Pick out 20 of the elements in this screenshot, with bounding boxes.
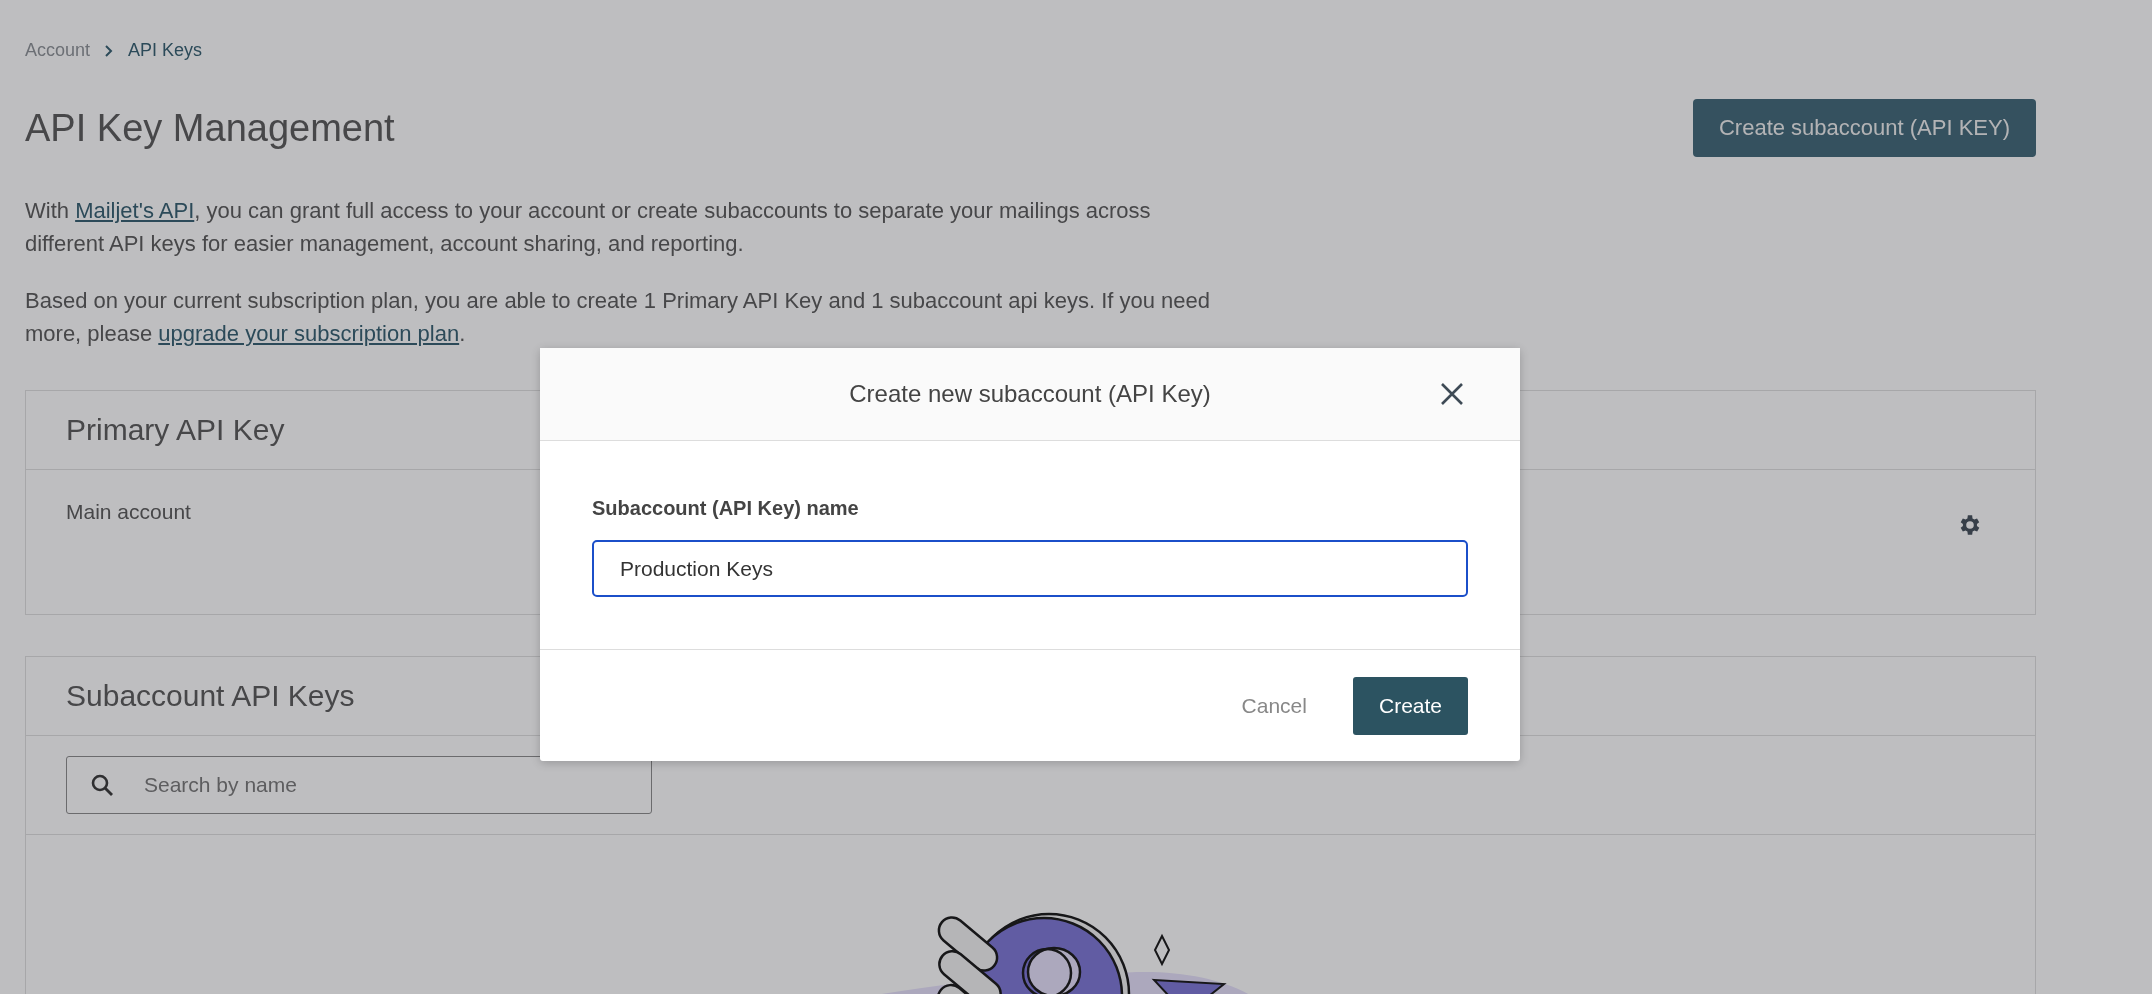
field-label: Subaccount (API Key) name — [592, 497, 860, 520]
create-subaccount-button[interactable]: Create subaccount (API KEY) — [1692, 99, 2036, 157]
card-title: Primary API Key — [66, 413, 285, 447]
breadcrumb-link[interactable]: API Keys — [128, 40, 203, 61]
description-text: Based on your current subscription plan, you are able to create 1 Primary API Key and 1 subaccount api keys. If you need more, please upgrade your subscription plan. — [25, 287, 1211, 348]
page-title: API Key Management — [25, 106, 395, 150]
text-link[interactable]: upgrade your subscription plan — [158, 321, 460, 346]
search-icon — [90, 773, 114, 797]
close-button[interactable] — [1440, 382, 1464, 406]
chevron-right-icon — [104, 43, 115, 58]
create-button[interactable]: Create — [1352, 676, 1468, 735]
description-text: With Mailjet's API, you can grant full access to your account or create subaccounts to separate your mailings across different API keys for easier management, account sharing, and reporting. — [25, 197, 1152, 258]
search-field[interactable]: Search by name — [66, 756, 652, 814]
card-title: Subaccount API Keys — [66, 679, 355, 713]
dialog-title: Create new subaccount (API Key) — [849, 380, 1211, 408]
account-name: Main account — [66, 500, 191, 524]
text-link[interactable]: Mailjet's API — [75, 198, 195, 223]
subaccount-name-field[interactable]: Production Keys — [592, 540, 1468, 597]
breadcrumb-link[interactable]: Account — [25, 40, 91, 61]
cancel-button[interactable]: Cancel — [1231, 683, 1317, 728]
